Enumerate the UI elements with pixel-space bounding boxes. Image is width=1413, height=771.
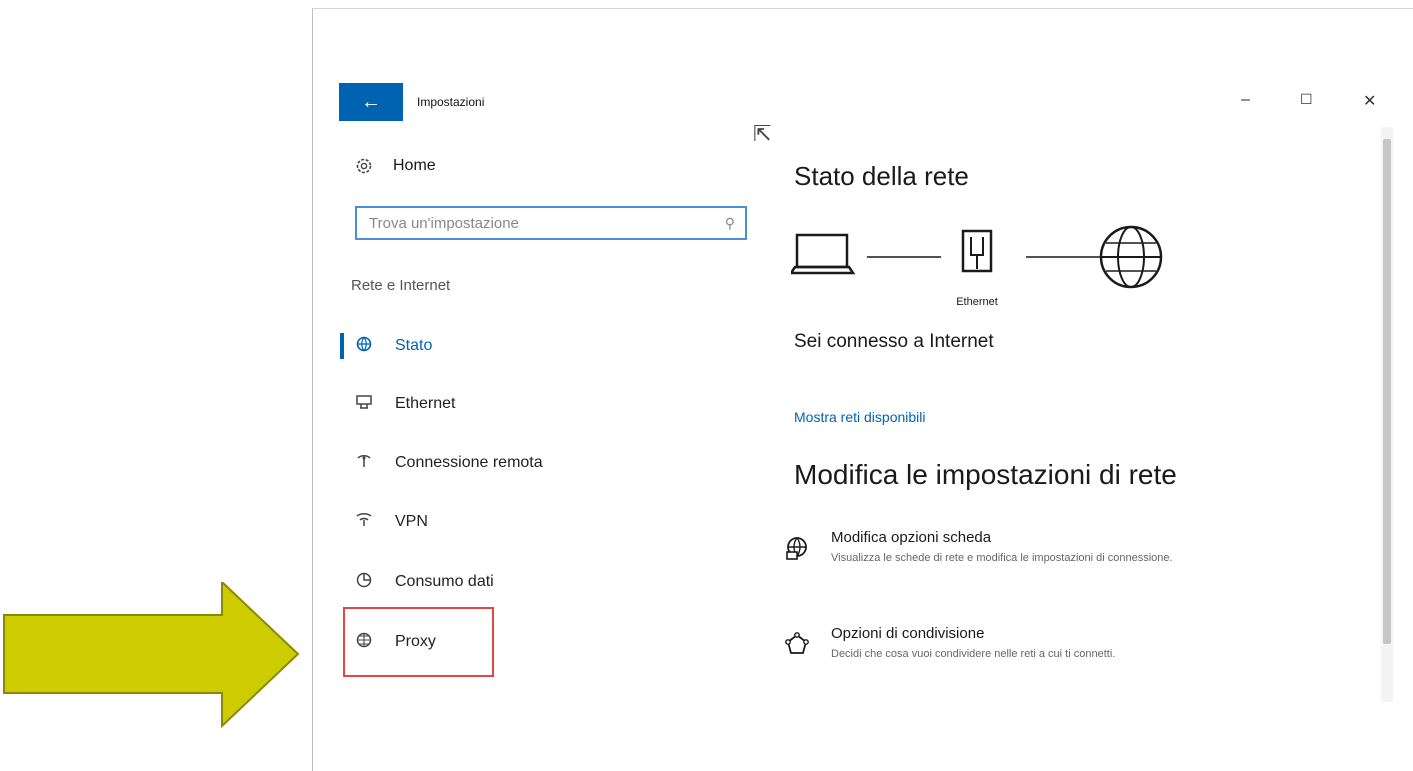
sidebar-item-vpn[interactable]: VPN — [355, 512, 428, 532]
sidebar-item-label: Consumo dati — [395, 573, 494, 590]
connection-status: Sei connesso a Internet — [794, 331, 994, 352]
search-input[interactable] — [367, 213, 725, 233]
maximize-button[interactable]: ☐ — [1300, 91, 1313, 108]
sidebar-home-label: Home — [393, 157, 436, 174]
sidebar-item-label: VPN — [395, 513, 428, 530]
internet-globe-icon — [1099, 225, 1163, 289]
search-icon[interactable]: ⚲ — [725, 215, 735, 232]
sidebar-item-connessione-remota[interactable]: Connessione remota — [355, 453, 543, 473]
proxy-highlight-box — [343, 607, 494, 677]
adapter-globe-icon — [781, 529, 813, 566]
sidebar-item-ethernet[interactable]: Ethernet — [355, 394, 455, 414]
active-indicator — [340, 333, 344, 359]
app-title: Impostazioni — [417, 95, 485, 109]
option-change-adapter[interactable]: Modifica opzioni scheda Visualizza le sc… — [781, 529, 1301, 566]
mouse-cursor-icon: ⇱ — [753, 121, 772, 146]
section-title: Modifica le impostazioni di rete — [794, 459, 1177, 490]
page-title: Stato della rete — [794, 161, 969, 191]
scrollbar-thumb[interactable] — [1383, 139, 1391, 644]
option-title: Modifica opzioni scheda — [831, 529, 992, 546]
option-description: Visualizza le schede di rete e modifica … — [831, 552, 1173, 564]
sidebar-item-consumo-dati[interactable]: Consumo dati — [355, 571, 494, 593]
settings-window: ← Impostazioni – ☐ ✕ ⇱ Home ⚲ Rete e Int… — [312, 8, 1413, 771]
adapter-label: Ethernet — [956, 296, 998, 308]
laptop-icon — [791, 233, 856, 275]
option-description: Decidi che cosa vuoi condividere nelle r… — [831, 648, 1116, 660]
sidebar-item-label: Stato — [395, 337, 433, 354]
sidebar-home[interactable]: Home — [355, 157, 436, 175]
sidebar-item-stato[interactable]: Stato — [355, 335, 432, 357]
minimize-button[interactable]: – — [1241, 91, 1250, 109]
network-status-diagram: Ethernet — [791, 225, 1163, 308]
dialup-icon — [355, 453, 373, 473]
ethernet-icon — [355, 394, 373, 414]
option-sharing[interactable]: Opzioni di condivisione Decidi che cosa … — [781, 625, 1301, 662]
ethernet-adapter-icon — [961, 229, 993, 273]
show-available-networks-link[interactable]: Mostra reti disponibili — [794, 409, 926, 425]
status-globe-icon — [355, 335, 373, 357]
pointer-arrow-annotation — [3, 582, 300, 728]
sidebar-item-label: Ethernet — [395, 395, 456, 412]
back-button[interactable]: ← — [339, 83, 403, 121]
sidebar-item-label: Connessione remota — [395, 454, 543, 471]
gear-icon — [356, 158, 372, 174]
option-title: Opzioni di condivisione — [831, 625, 985, 642]
search-field[interactable]: ⚲ — [355, 206, 747, 240]
sharing-icon — [781, 625, 813, 662]
sidebar-section-title: Rete e Internet — [351, 277, 451, 294]
vpn-icon — [355, 512, 373, 532]
data-usage-icon — [355, 571, 373, 593]
close-button[interactable]: ✕ — [1363, 91, 1376, 111]
